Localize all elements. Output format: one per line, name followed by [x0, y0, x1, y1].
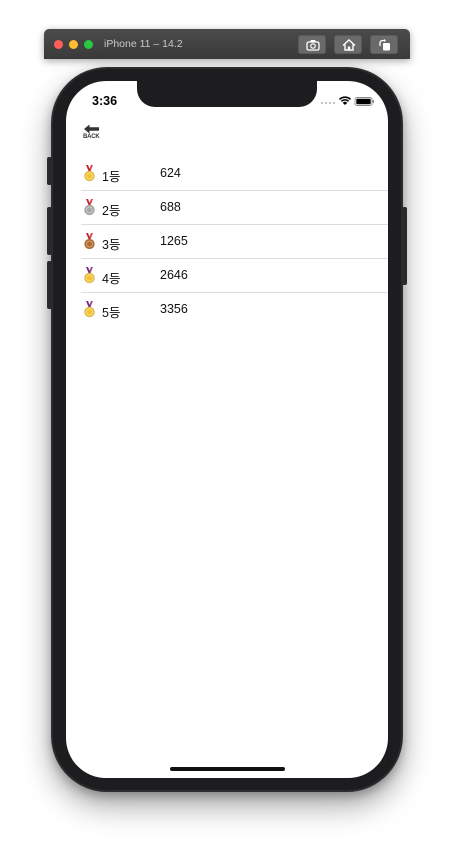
score-value: 624 — [160, 166, 181, 180]
score-row[interactable]: 5등 3356 — [81, 293, 388, 327]
rank-label: 2등 — [102, 204, 121, 218]
simulator-title: iPhone 11 – 14.2 — [104, 38, 183, 50]
rank-label: 1등 — [102, 170, 121, 184]
home-indicator[interactable] — [170, 767, 285, 771]
score-list: 1등 624 2등 688 3등 1265 4등 2646 5등 3356 — [81, 157, 388, 327]
simulator-toolbar: iPhone 11 – 14.2 — [44, 29, 410, 59]
signal-icon — [320, 101, 336, 105]
status-time: 3:36 — [92, 94, 118, 108]
bronze-medal-icon — [84, 233, 95, 250]
sports-medal-icon — [84, 267, 95, 284]
score-value: 1265 — [160, 234, 188, 248]
close-window-button[interactable] — [54, 40, 63, 49]
volume-down-button — [47, 261, 52, 309]
back-arrow-icon — [84, 124, 99, 134]
sports-medal-icon — [84, 301, 95, 318]
zoom-window-button[interactable] — [84, 40, 93, 49]
minimize-window-button[interactable] — [69, 40, 78, 49]
wifi-icon — [338, 96, 352, 105]
score-row[interactable]: 4등 2646 — [81, 259, 388, 293]
rank-label: 5등 — [102, 306, 121, 320]
score-row[interactable]: 2등 688 — [81, 191, 388, 225]
status-icons — [320, 96, 374, 106]
power-button — [402, 207, 407, 285]
battery-icon — [354, 97, 374, 106]
home-button[interactable] — [334, 35, 362, 54]
device-screen: 3:36 BACK 1등 624 2등 688 3등 1265 4등 2646 5등 3356 — [66, 81, 388, 778]
volume-up-button — [47, 207, 52, 255]
home-icon — [342, 39, 356, 51]
screenshot-icon — [306, 40, 320, 51]
rotate-button[interactable] — [370, 35, 398, 54]
score-row[interactable]: 3등 1265 — [81, 225, 388, 259]
mute-switch — [47, 157, 52, 185]
gold-medal-icon — [84, 165, 95, 182]
score-value: 2646 — [160, 268, 188, 282]
rank-label: 3등 — [102, 238, 121, 252]
score-row[interactable]: 1등 624 — [81, 157, 388, 191]
score-value: 3356 — [160, 302, 188, 316]
rotate-icon — [379, 39, 390, 51]
back-button[interactable]: BACK — [83, 124, 105, 144]
silver-medal-icon — [84, 199, 95, 216]
rank-label: 4등 — [102, 272, 121, 286]
back-label: BACK — [83, 134, 100, 140]
screenshot-button[interactable] — [298, 35, 326, 54]
notch — [137, 81, 317, 107]
score-value: 688 — [160, 200, 181, 214]
